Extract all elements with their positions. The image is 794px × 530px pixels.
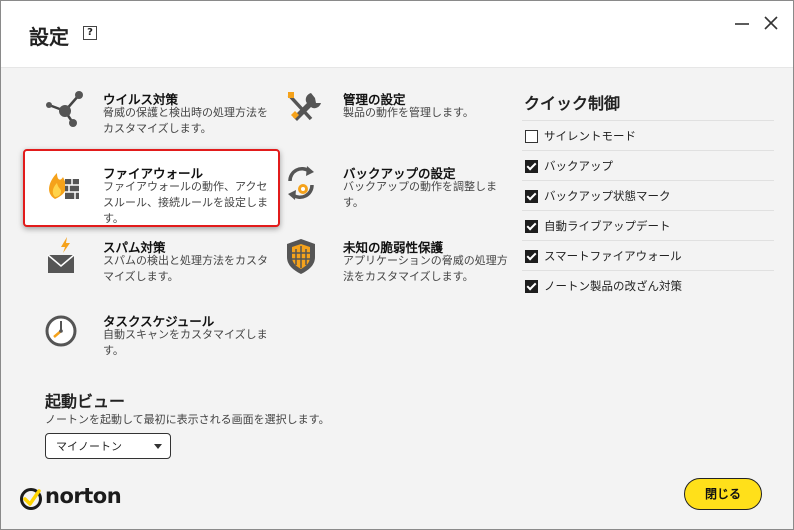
norton-check-icon xyxy=(20,488,42,510)
quick-control-row[interactable]: バックアップ状態マーク xyxy=(522,180,774,210)
setting-firewall[interactable]: ファイアウォール ファイアウォールの動作、アクセスルール、接続ルールを設定します… xyxy=(45,163,285,225)
close-button[interactable]: 閉じる xyxy=(684,478,762,510)
setting-admin[interactable]: 管理の設定 製品の動作を管理します。 xyxy=(285,89,525,151)
tamper-protection-checkbox[interactable] xyxy=(525,280,538,293)
quick-control-row[interactable]: バックアップ xyxy=(522,150,774,180)
quick-control-row[interactable]: スマートファイアウォール xyxy=(522,240,774,270)
backup-status-mark-checkbox[interactable] xyxy=(525,190,538,203)
setting-task-schedule[interactable]: タスクスケジュール 自動スキャンをカスタマイズします。 xyxy=(45,311,285,373)
page-title: 設定 xyxy=(29,25,69,49)
setting-desc: スパムの検出と処理方法をカスタマイズします。 xyxy=(103,254,268,283)
clock-icon xyxy=(45,315,77,347)
close-icon[interactable] xyxy=(761,13,781,33)
minimize-icon[interactable] xyxy=(733,13,751,33)
settings-content: ウイルス対策 脅威の保護と検出時の処理方法をカスタマイズします。 ファイアウォー… xyxy=(1,68,793,529)
setting-desc: 製品の動作を管理します。 xyxy=(343,106,474,119)
setting-desc: アプリケーションの脅威の処理方法をカスタマイズします。 xyxy=(343,254,508,283)
setting-desc: ファイアウォールの動作、アクセスルール、接続ルールを設定します。 xyxy=(103,180,268,225)
quick-control-label: スマートファイアウォール xyxy=(544,249,682,263)
tools-icon xyxy=(287,92,321,121)
quick-control-label: バックアップ xyxy=(544,159,613,173)
setting-vulnerability[interactable]: 未知の脆弱性保護 アプリケーションの脅威の処理方法をカスタマイズします。 xyxy=(285,237,525,299)
quick-control-title: クイック制御 xyxy=(524,94,621,113)
setting-spam[interactable]: スパム対策 スパムの検出と処理方法をカスタマイズします。 xyxy=(45,237,285,299)
auto-liveupdate-checkbox[interactable] xyxy=(525,220,538,233)
setting-backup[interactable]: バックアップの設定 バックアップの動作を調整します。 xyxy=(285,163,525,225)
backup-checkbox[interactable] xyxy=(525,160,538,173)
setting-desc: バックアップの動作を調整します。 xyxy=(343,180,497,209)
quick-control-row[interactable]: サイレントモード xyxy=(522,120,774,150)
setting-desc: 自動スキャンをカスタマイズします。 xyxy=(103,328,268,357)
help-icon[interactable]: ? xyxy=(83,26,97,40)
window-header: 設定 ? xyxy=(1,1,793,68)
settings-window: 設定 ? ウイルス対策 脅威の保護と検出時の処理方法をカスタマイズします。 ファ… xyxy=(0,0,794,530)
quick-control-label: サイレントモード xyxy=(544,129,636,143)
quick-control-label: 自動ライブアップデート xyxy=(544,219,671,233)
quick-control-row[interactable]: 自動ライブアップデート xyxy=(522,210,774,240)
backup-sync-icon xyxy=(288,166,314,200)
setting-desc: 脅威の保護と検出時の処理方法をカスタマイズします。 xyxy=(103,106,268,135)
quick-control-row[interactable]: ノートン製品の改ざん対策 xyxy=(522,270,774,300)
quick-control-label: ノートン製品の改ざん対策 xyxy=(544,279,682,293)
setting-virus[interactable]: ウイルス対策 脅威の保護と検出時の処理方法をカスタマイズします。 xyxy=(45,89,285,151)
firewall-icon xyxy=(49,173,79,199)
quick-control-label: バックアップ状態マーク xyxy=(544,189,671,203)
startup-view-desc: ノートンを起動して最初に表示される画面を選択します。 xyxy=(45,413,330,426)
brand-name: norton xyxy=(45,484,122,508)
spam-envelope-icon xyxy=(47,237,75,273)
chevron-down-icon xyxy=(154,444,162,449)
shield-grid-icon xyxy=(287,239,315,274)
network-nodes-icon xyxy=(46,91,83,127)
norton-logo: norton xyxy=(19,484,129,513)
startup-view-select[interactable]: マイノートン xyxy=(45,433,171,459)
smart-firewall-checkbox[interactable] xyxy=(525,250,538,263)
startup-view-title: 起動ビュー xyxy=(45,392,126,411)
select-value: マイノートン xyxy=(56,440,122,453)
silent-mode-checkbox[interactable] xyxy=(525,130,538,143)
